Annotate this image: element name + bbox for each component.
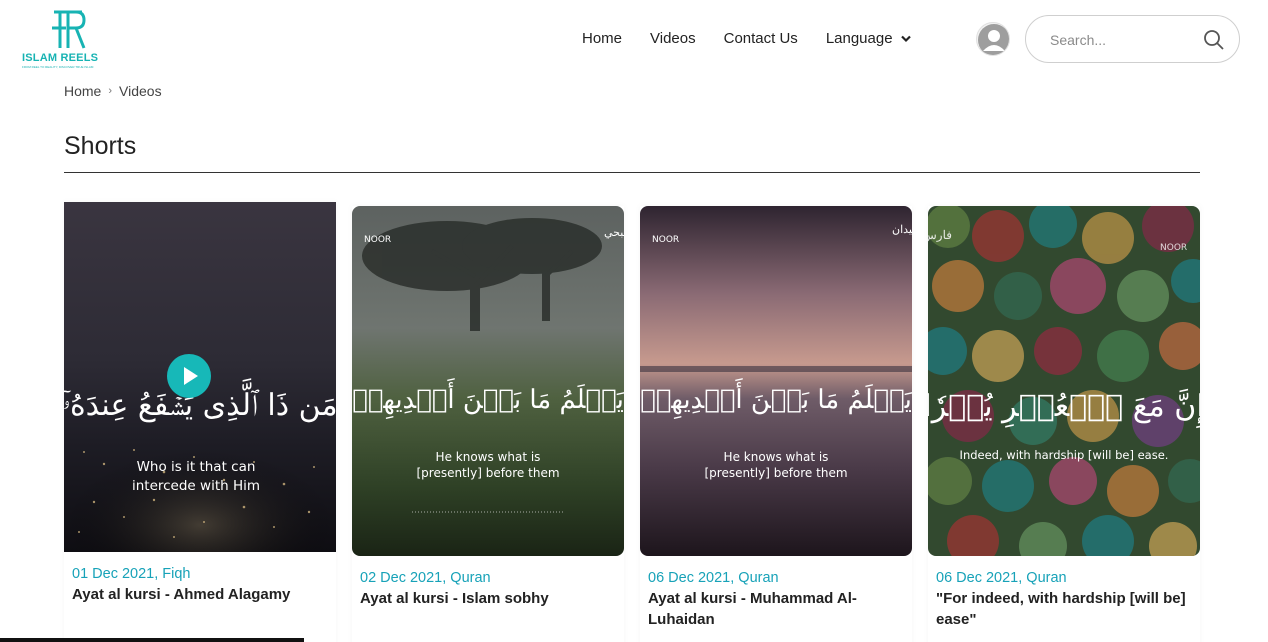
search-input[interactable]	[1050, 29, 1200, 51]
user-avatar[interactable]	[976, 22, 1010, 56]
video-title[interactable]: Ayat al kursi - Islam sobhy	[360, 588, 622, 609]
video-date-category[interactable]: 06 Dec 2021, Quran	[936, 570, 1067, 586]
nav-videos[interactable]: Videos	[650, 30, 696, 47]
breadcrumb: Home › Videos	[64, 83, 162, 99]
reciter-name: فارس عباد	[928, 228, 952, 242]
search-icon[interactable]	[1203, 29, 1225, 51]
breadcrumb-current: Videos	[119, 83, 162, 99]
noor-badge: NOOR	[1160, 243, 1187, 253]
site-header: ISLAM REELS FROM REEL TO REALITY, DISCOV…	[0, 0, 1268, 80]
brand-name: ISLAM REELS	[22, 52, 99, 64]
section-divider	[64, 172, 1200, 173]
video-date-category[interactable]: 02 Dec 2021, Quran	[360, 570, 491, 586]
video-card[interactable]: NOOR فارس عباد إِنَّ مَعَ ٱلۡعُسۡرِ يُسۡ…	[928, 206, 1200, 642]
video-thumbnail[interactable]: NOOR فارس عباد إِنَّ مَعَ ٱلۡعُسۡرِ يُسۡ…	[928, 206, 1200, 556]
nav-home[interactable]: Home	[582, 30, 622, 47]
video-caption: [presently] before them	[704, 466, 847, 480]
breadcrumb-home[interactable]: Home	[64, 83, 101, 99]
video-caption: intercede with Him	[132, 478, 260, 494]
video-thumbnail[interactable]: NOOR إسلام صبحي يَعۡلَمُ مَا بَيۡنَ أَيۡ…	[352, 206, 624, 556]
noor-badge: NOOR	[364, 235, 391, 245]
video-card[interactable]: NOOR إسلام صبحي يَعۡلَمُ مَا بَيۡنَ أَيۡ…	[352, 206, 624, 642]
reciter-name: إسلام صبحي	[604, 226, 624, 239]
reciter-name: محمد اللحيدان	[892, 223, 912, 236]
main-nav: Home Videos Contact Us Language	[582, 30, 911, 47]
bottom-scroll-bar[interactable]	[0, 638, 304, 642]
site-logo[interactable]: ISLAM REELS FROM REEL TO REALITY, DISCOV…	[22, 8, 114, 70]
logo-mark-icon	[52, 10, 86, 49]
nav-contact-us[interactable]: Contact Us	[724, 30, 798, 47]
arabic-verse: إِنَّ مَعَ ٱلۡعُسۡرِ يُسۡرٗا	[928, 388, 1200, 429]
video-title[interactable]: Ayat al kursi - Ahmed Alagamy	[72, 584, 334, 605]
language-label: Language	[825, 30, 893, 47]
video-thumbnail[interactable]: مَن ذَا ٱلَّذِى يَشۡفَعُ عِندَهُۥٓ Who i…	[64, 202, 336, 552]
video-caption: He knows what is	[724, 450, 829, 464]
video-caption: He knows what is	[436, 450, 541, 464]
video-title[interactable]: "For indeed, with hardship [will be] eas…	[936, 588, 1198, 630]
video-thumbnail[interactable]: NOOR محمد اللحيدان يَعۡلَمُ مَا بَيۡنَ أ…	[640, 206, 912, 556]
video-caption: [presently] before them	[416, 466, 559, 480]
video-date-category[interactable]: 06 Dec 2021, Quran	[648, 570, 779, 586]
video-caption: Indeed, with hardship [will be] ease.	[960, 448, 1169, 462]
section-title: Shorts	[64, 132, 137, 160]
video-card[interactable]: مَن ذَا ٱلَّذِى يَشۡفَعُ عِندَهُۥٓ Who i…	[64, 202, 336, 642]
language-dropdown[interactable]: Language	[826, 30, 911, 47]
noor-badge: NOOR	[652, 235, 679, 245]
search-box	[1025, 15, 1240, 63]
chevron-down-icon	[900, 35, 911, 42]
video-card[interactable]: NOOR محمد اللحيدان يَعۡلَمُ مَا بَيۡنَ أ…	[640, 206, 912, 642]
chevron-right-icon: ›	[108, 85, 113, 97]
video-title[interactable]: Ayat al kursi - Muhammad Al-Luhaidan	[648, 588, 910, 630]
video-date-category[interactable]: 01 Dec 2021, Fiqh	[72, 566, 191, 582]
play-button[interactable]	[167, 354, 211, 398]
brand-tagline: FROM REEL TO REALITY, DISCOVER TRUE ISLA…	[22, 65, 94, 69]
user-icon	[978, 24, 1009, 55]
video-caption: Who is it that can	[137, 459, 256, 475]
